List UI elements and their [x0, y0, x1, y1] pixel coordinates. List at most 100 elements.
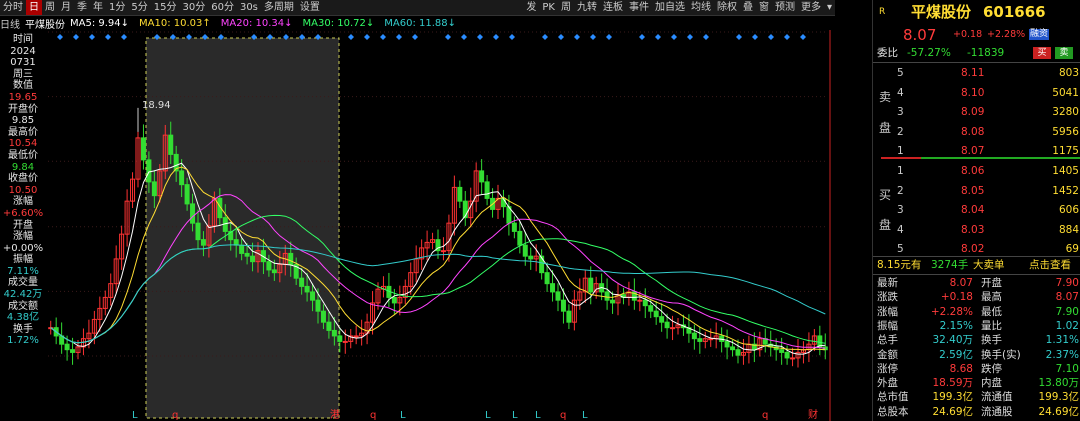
period-tab-10[interactable]: 60分	[208, 0, 237, 15]
period-tab-2[interactable]: 周	[42, 0, 58, 15]
ma-item-1: MA10: 10.03↑	[139, 17, 211, 29]
period-tab-0[interactable]: 分时	[0, 0, 26, 15]
bottom-event-marker: L	[485, 410, 491, 421]
buys-row[interactable]: 3 8.04 606	[873, 204, 1080, 217]
toolbar-tool-5[interactable]: 事件	[626, 0, 652, 15]
info-line-9: 10.54	[8, 138, 38, 150]
volume: 606	[1058, 204, 1079, 216]
period-tab-8[interactable]: 15分	[151, 0, 180, 15]
sell-button[interactable]: 卖	[1055, 47, 1073, 59]
stat-row: 最新 8.07 开盘 7.90	[873, 277, 1080, 290]
weibi-value: -57.27%	[907, 47, 951, 59]
stat-label: 换手(实)	[981, 348, 1021, 361]
candle-body	[664, 321, 670, 329]
stat-value: 2.59亿	[939, 348, 973, 361]
toolbar-tool-11[interactable]: 预测	[772, 0, 798, 15]
stat-label: 流通值	[981, 391, 1013, 404]
stat-value: 199.3亿	[1038, 391, 1079, 404]
candle-body	[735, 349, 741, 356]
period-tab-9[interactable]: 30分	[179, 0, 208, 15]
toolbar-tool-0[interactable]: 发	[523, 0, 539, 15]
price: 8.04	[961, 204, 985, 216]
stat-row: 金额 2.59亿 换手(实) 2.37%	[873, 349, 1080, 362]
stat-row: 总手 32.40万 换手 1.31%	[873, 334, 1080, 347]
period-tab-1[interactable]: 日	[26, 0, 42, 15]
stat-label: 金额	[877, 348, 898, 361]
bottom-event-marker: q	[762, 410, 768, 421]
toolbar-tool-12[interactable]: 更多	[798, 0, 824, 15]
stat-value: 1.31%	[1045, 334, 1079, 347]
info-line-7: 9.85	[11, 115, 35, 127]
bottom-event-marker: L	[512, 410, 518, 421]
volume: 1452	[1052, 184, 1079, 197]
info-line-4: 数值	[13, 80, 33, 92]
candle-body	[337, 335, 343, 342]
period-tab-12[interactable]: 多周期	[261, 0, 297, 15]
stat-value: 8.07	[949, 277, 973, 289]
candle-body	[315, 299, 321, 312]
candle-body	[522, 244, 528, 257]
big-order-vol: 3274手	[931, 259, 969, 271]
candle-body	[484, 181, 490, 199]
sells-row[interactable]: 2 8.08 5956	[873, 126, 1080, 139]
info-line-0: 时间	[13, 34, 33, 45]
period-tab-3[interactable]: 月	[58, 0, 74, 15]
candle-body	[648, 305, 654, 312]
big-order-view-link[interactable]: 点击查看	[1029, 259, 1071, 272]
candle-body	[610, 299, 616, 304]
price: 8.05	[961, 184, 985, 197]
candle-body	[250, 255, 256, 263]
kline-chart[interactable]: 19.6517.3014.9512.5710.227.8718.94Lq港qLL…	[0, 30, 835, 421]
stat-value: 13.80万	[1038, 377, 1079, 390]
period-tab-11[interactable]: 30s	[237, 0, 261, 15]
stat-label: 最高	[981, 291, 1002, 304]
sell-side-label-1: 卖	[879, 90, 892, 104]
sells-row[interactable]: 5 8.11 803	[873, 67, 1080, 80]
toolbar-tool-3[interactable]: 九转	[574, 0, 600, 15]
period-tab-4[interactable]: 季	[74, 0, 90, 15]
period-tab-5[interactable]: 年	[90, 0, 106, 15]
candle-body	[544, 272, 550, 285]
big-order-row[interactable]: 8.15元有 3274手 大卖单 点击查看	[873, 259, 1080, 272]
toolbar-tool-6[interactable]: 加自选	[652, 0, 688, 15]
buy-button[interactable]: 买	[1033, 47, 1051, 59]
buys-row[interactable]: 4 8.03 884	[873, 224, 1080, 237]
candle-body	[299, 277, 305, 287]
candle-body	[190, 203, 196, 224]
toolbar-tool-9[interactable]: 叠	[740, 0, 756, 15]
toolbar-tool-1[interactable]: PK	[539, 0, 558, 15]
buys-row[interactable]: 1 8.06 1405	[873, 165, 1080, 178]
stat-value: 32.40万	[932, 334, 973, 347]
stat-value: 199.3亿	[932, 391, 973, 404]
stat-label: 最低	[981, 305, 1002, 318]
stat-value: 8.68	[949, 362, 973, 375]
candle-body	[555, 291, 561, 301]
volume: 5956	[1052, 125, 1079, 138]
period-tab-13[interactable]: 设置	[297, 0, 323, 15]
info-line-8: 最高价	[8, 126, 38, 138]
weibi-label: 委比	[877, 47, 898, 59]
toolbar-tool-2[interactable]: 周	[558, 0, 574, 15]
bottom-event-marker: q	[560, 410, 566, 421]
stat-row: 总股本 24.69亿 流通股 24.69亿	[873, 406, 1080, 419]
bottom-event-marker: L	[535, 410, 541, 421]
info-line-13: 10.50	[8, 184, 38, 196]
buys-row[interactable]: 2 8.05 1452	[873, 185, 1080, 198]
toolbar-tool-7[interactable]: 均线	[688, 0, 714, 15]
buys-row[interactable]: 5 8.02 69	[873, 243, 1080, 256]
info-line-6: 开盘价	[8, 103, 38, 115]
period-tab-6[interactable]: 1分	[106, 0, 128, 15]
toolbar-tool-4[interactable]: 连板	[600, 0, 626, 15]
bottom-event-marker: q	[172, 410, 178, 421]
chart-type-label: 日线	[0, 19, 20, 31]
info-line-25: 换手	[13, 323, 33, 335]
toolbar-tool-10[interactable]: 窗	[756, 0, 772, 15]
big-order-type: 大卖单	[973, 259, 1005, 271]
candle-body	[604, 291, 610, 301]
more-dropdown-icon[interactable]: ▾	[824, 0, 835, 15]
sells-row[interactable]: 4 8.10 5041	[873, 87, 1080, 100]
sells-row[interactable]: 3 8.09 3280	[873, 106, 1080, 119]
toolbar-tool-8[interactable]: 除权	[714, 0, 740, 15]
volume: 3280	[1052, 106, 1079, 118]
period-tab-7[interactable]: 5分	[128, 0, 150, 15]
